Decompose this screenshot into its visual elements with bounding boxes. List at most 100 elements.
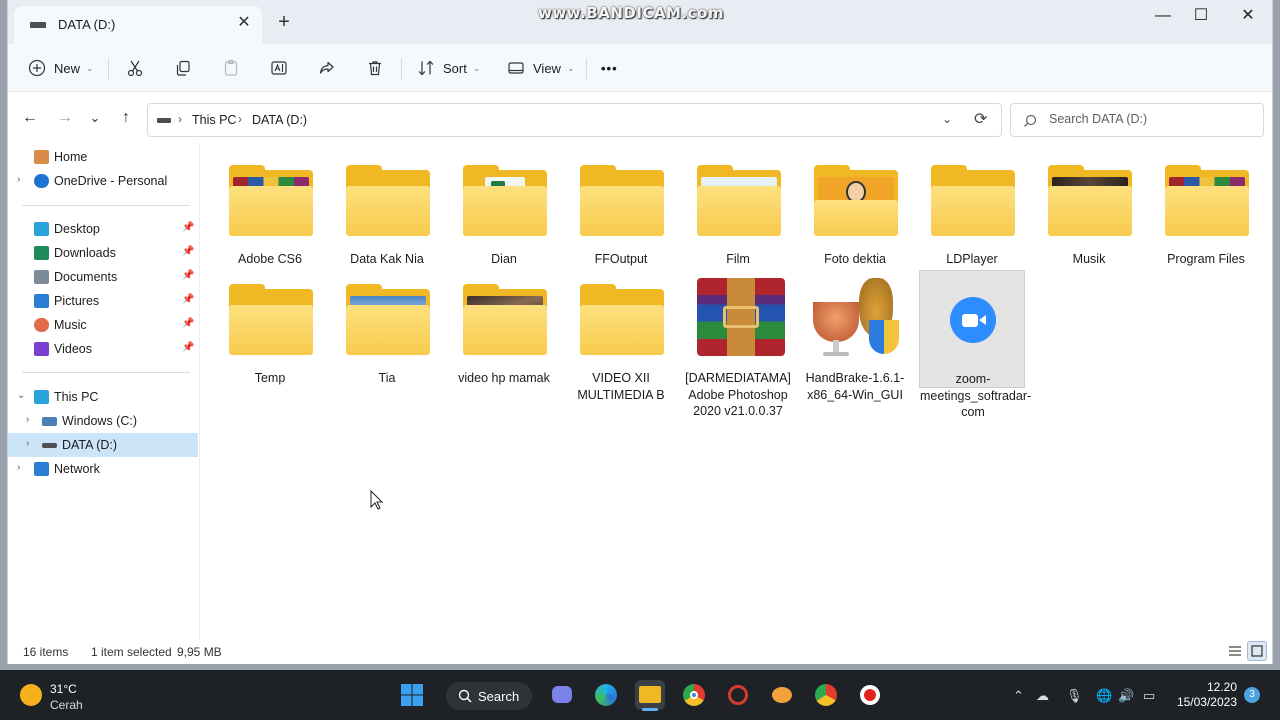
edge-button[interactable]: [591, 680, 621, 710]
volume-icon[interactable]: 🔊: [1118, 688, 1134, 704]
sidebar-item-home[interactable]: Home: [8, 145, 198, 169]
tab-close-button[interactable]: ✕: [234, 13, 254, 33]
folder-item[interactable]: Tia: [334, 270, 440, 388]
language-globe-icon[interactable]: 🌐: [1096, 688, 1112, 704]
folder-item[interactable]: Musik: [1036, 151, 1142, 269]
folder-icon: [343, 278, 431, 358]
share-button[interactable]: [318, 54, 336, 82]
recent-locations-button[interactable]: ⌄: [84, 107, 106, 129]
delete-button[interactable]: [366, 54, 384, 82]
address-bar[interactable]: › This PC › DATA (D:) ⌄ ⟳: [147, 103, 1002, 137]
divider: [22, 205, 190, 206]
sidebar-item-windows-c[interactable]: › Windows (C:): [8, 409, 198, 433]
sidebar-item-desktop[interactable]: Desktop 📌: [8, 217, 198, 241]
chrome-profile-button[interactable]: [811, 680, 841, 710]
pin-icon[interactable]: 📌: [182, 318, 194, 329]
folder-item[interactable]: Program Files: [1153, 151, 1259, 269]
close-button[interactable]: ✕: [1225, 6, 1271, 28]
folder-item[interactable]: video hp mamak: [451, 270, 557, 388]
file-explorer-button[interactable]: [635, 680, 665, 711]
notification-badge[interactable]: 3: [1244, 687, 1260, 703]
battery-icon[interactable]: ▭: [1143, 688, 1155, 704]
back-button[interactable]: ←: [19, 107, 41, 129]
address-dropdown-button[interactable]: ⌄: [942, 112, 952, 126]
expand-chevron-icon[interactable]: ›: [26, 414, 29, 425]
chrome-button[interactable]: [679, 680, 709, 710]
teams-chat-button[interactable]: [547, 680, 577, 710]
selection-size: 9,95 MB: [177, 645, 222, 659]
forward-button[interactable]: →: [54, 107, 76, 129]
folder-item[interactable]: VIDEO XII MULTIMEDIA B: [568, 270, 674, 402]
sidebar-item-pictures[interactable]: Pictures 📌: [8, 289, 198, 313]
sidebar-item-onedrive[interactable]: › OneDrive - Personal: [8, 169, 198, 193]
more-options-button[interactable]: •••: [601, 54, 618, 82]
search-input[interactable]: [1049, 112, 1249, 126]
folder-item[interactable]: Dian: [451, 151, 557, 269]
view-button[interactable]: View ⌄: [507, 54, 575, 82]
bandicam-button[interactable]: [855, 680, 885, 710]
copy-button[interactable]: [174, 54, 192, 82]
sidebar-item-label: OneDrive - Personal: [54, 174, 168, 188]
app-icon: [728, 685, 748, 705]
sidebar-item-network[interactable]: › Network: [8, 457, 198, 481]
show-hidden-icons-chevron-icon[interactable]: ⌃: [1013, 688, 1024, 704]
taskbar-search[interactable]: Search: [446, 682, 532, 710]
sidebar-item-documents[interactable]: Documents 📌: [8, 265, 198, 289]
cloud-sync-icon[interactable]: ☁: [1036, 688, 1049, 704]
breadcrumb-this-pc[interactable]: This PC: [192, 113, 236, 127]
large-icons-view-button[interactable]: [1247, 641, 1267, 661]
share-icon: [319, 61, 334, 74]
folder-item[interactable]: FFOutput: [568, 151, 674, 269]
installer-item[interactable]: HandBrake-1.6.1-x86_64-Win_GUI: [802, 270, 908, 402]
clock[interactable]: 12.20 15/03/2023: [1175, 680, 1237, 710]
pin-icon[interactable]: 📌: [182, 342, 194, 353]
chrome-icon: [815, 684, 837, 706]
start-button[interactable]: [397, 680, 427, 710]
sidebar-item-this-pc[interactable]: ⌄ This PC: [8, 385, 198, 409]
collapse-chevron-icon[interactable]: ⌄: [17, 390, 25, 401]
pin-icon[interactable]: 📌: [182, 246, 194, 257]
maximize-button[interactable]: ☐: [1178, 6, 1224, 28]
expand-chevron-icon[interactable]: ›: [17, 462, 20, 473]
tab-data-d[interactable]: DATA (D:) ✕: [14, 6, 262, 44]
rename-button[interactable]: [270, 54, 288, 82]
sidebar-item-videos[interactable]: Videos 📌: [8, 337, 198, 361]
search-icon: [458, 689, 472, 703]
item-name: Program Files: [1167, 252, 1245, 266]
pin-icon[interactable]: 📌: [182, 270, 194, 281]
list-icon: [1229, 646, 1241, 656]
app-button[interactable]: [723, 680, 753, 710]
cut-button[interactable]: [126, 54, 144, 82]
refresh-button[interactable]: ⟳: [974, 109, 987, 129]
folder-item[interactable]: LDPlayer: [919, 151, 1025, 269]
microphone-icon[interactable]: 🎙: [1066, 688, 1083, 704]
search-box[interactable]: [1010, 103, 1264, 137]
up-button[interactable]: ↑: [115, 107, 137, 129]
folder-item[interactable]: Adobe CS6: [217, 151, 323, 269]
folder-item[interactable]: Data Kak Nia: [334, 151, 440, 269]
folder-icon: [928, 159, 1016, 239]
breadcrumb-data-d[interactable]: DATA (D:): [252, 113, 307, 127]
sidebar-item-downloads[interactable]: Downloads 📌: [8, 241, 198, 265]
pin-icon[interactable]: 📌: [182, 294, 194, 305]
new-button[interactable]: New ⌄: [28, 54, 94, 82]
new-tab-button[interactable]: +: [273, 12, 295, 34]
expand-chevron-icon[interactable]: ›: [17, 174, 20, 185]
folder-item[interactable]: Film: [685, 151, 791, 269]
paste-button[interactable]: [222, 54, 240, 82]
details-view-button[interactable]: [1225, 641, 1245, 661]
windows-logo-icon: [401, 684, 423, 706]
folder-item[interactable]: Foto dektia: [802, 151, 908, 269]
archive-item[interactable]: [DARMEDIATAMA] Adobe Photoshop 2020 v21.…: [685, 270, 791, 418]
sidebar-item-music[interactable]: Music 📌: [8, 313, 198, 337]
app-button[interactable]: [767, 680, 797, 710]
drive-icon: [157, 118, 171, 123]
folder-item[interactable]: Temp: [217, 270, 323, 388]
expand-chevron-icon[interactable]: ›: [26, 438, 29, 449]
sort-button[interactable]: Sort ⌄: [417, 54, 480, 82]
sun-cloud-icon: [20, 684, 42, 706]
pin-icon[interactable]: 📌: [182, 222, 194, 233]
sort-label: Sort: [443, 60, 467, 76]
installer-item-selected[interactable]: zoom-meetings_softradar-com: [919, 270, 1031, 419]
sidebar-item-data-d[interactable]: › DATA (D:): [8, 433, 198, 457]
